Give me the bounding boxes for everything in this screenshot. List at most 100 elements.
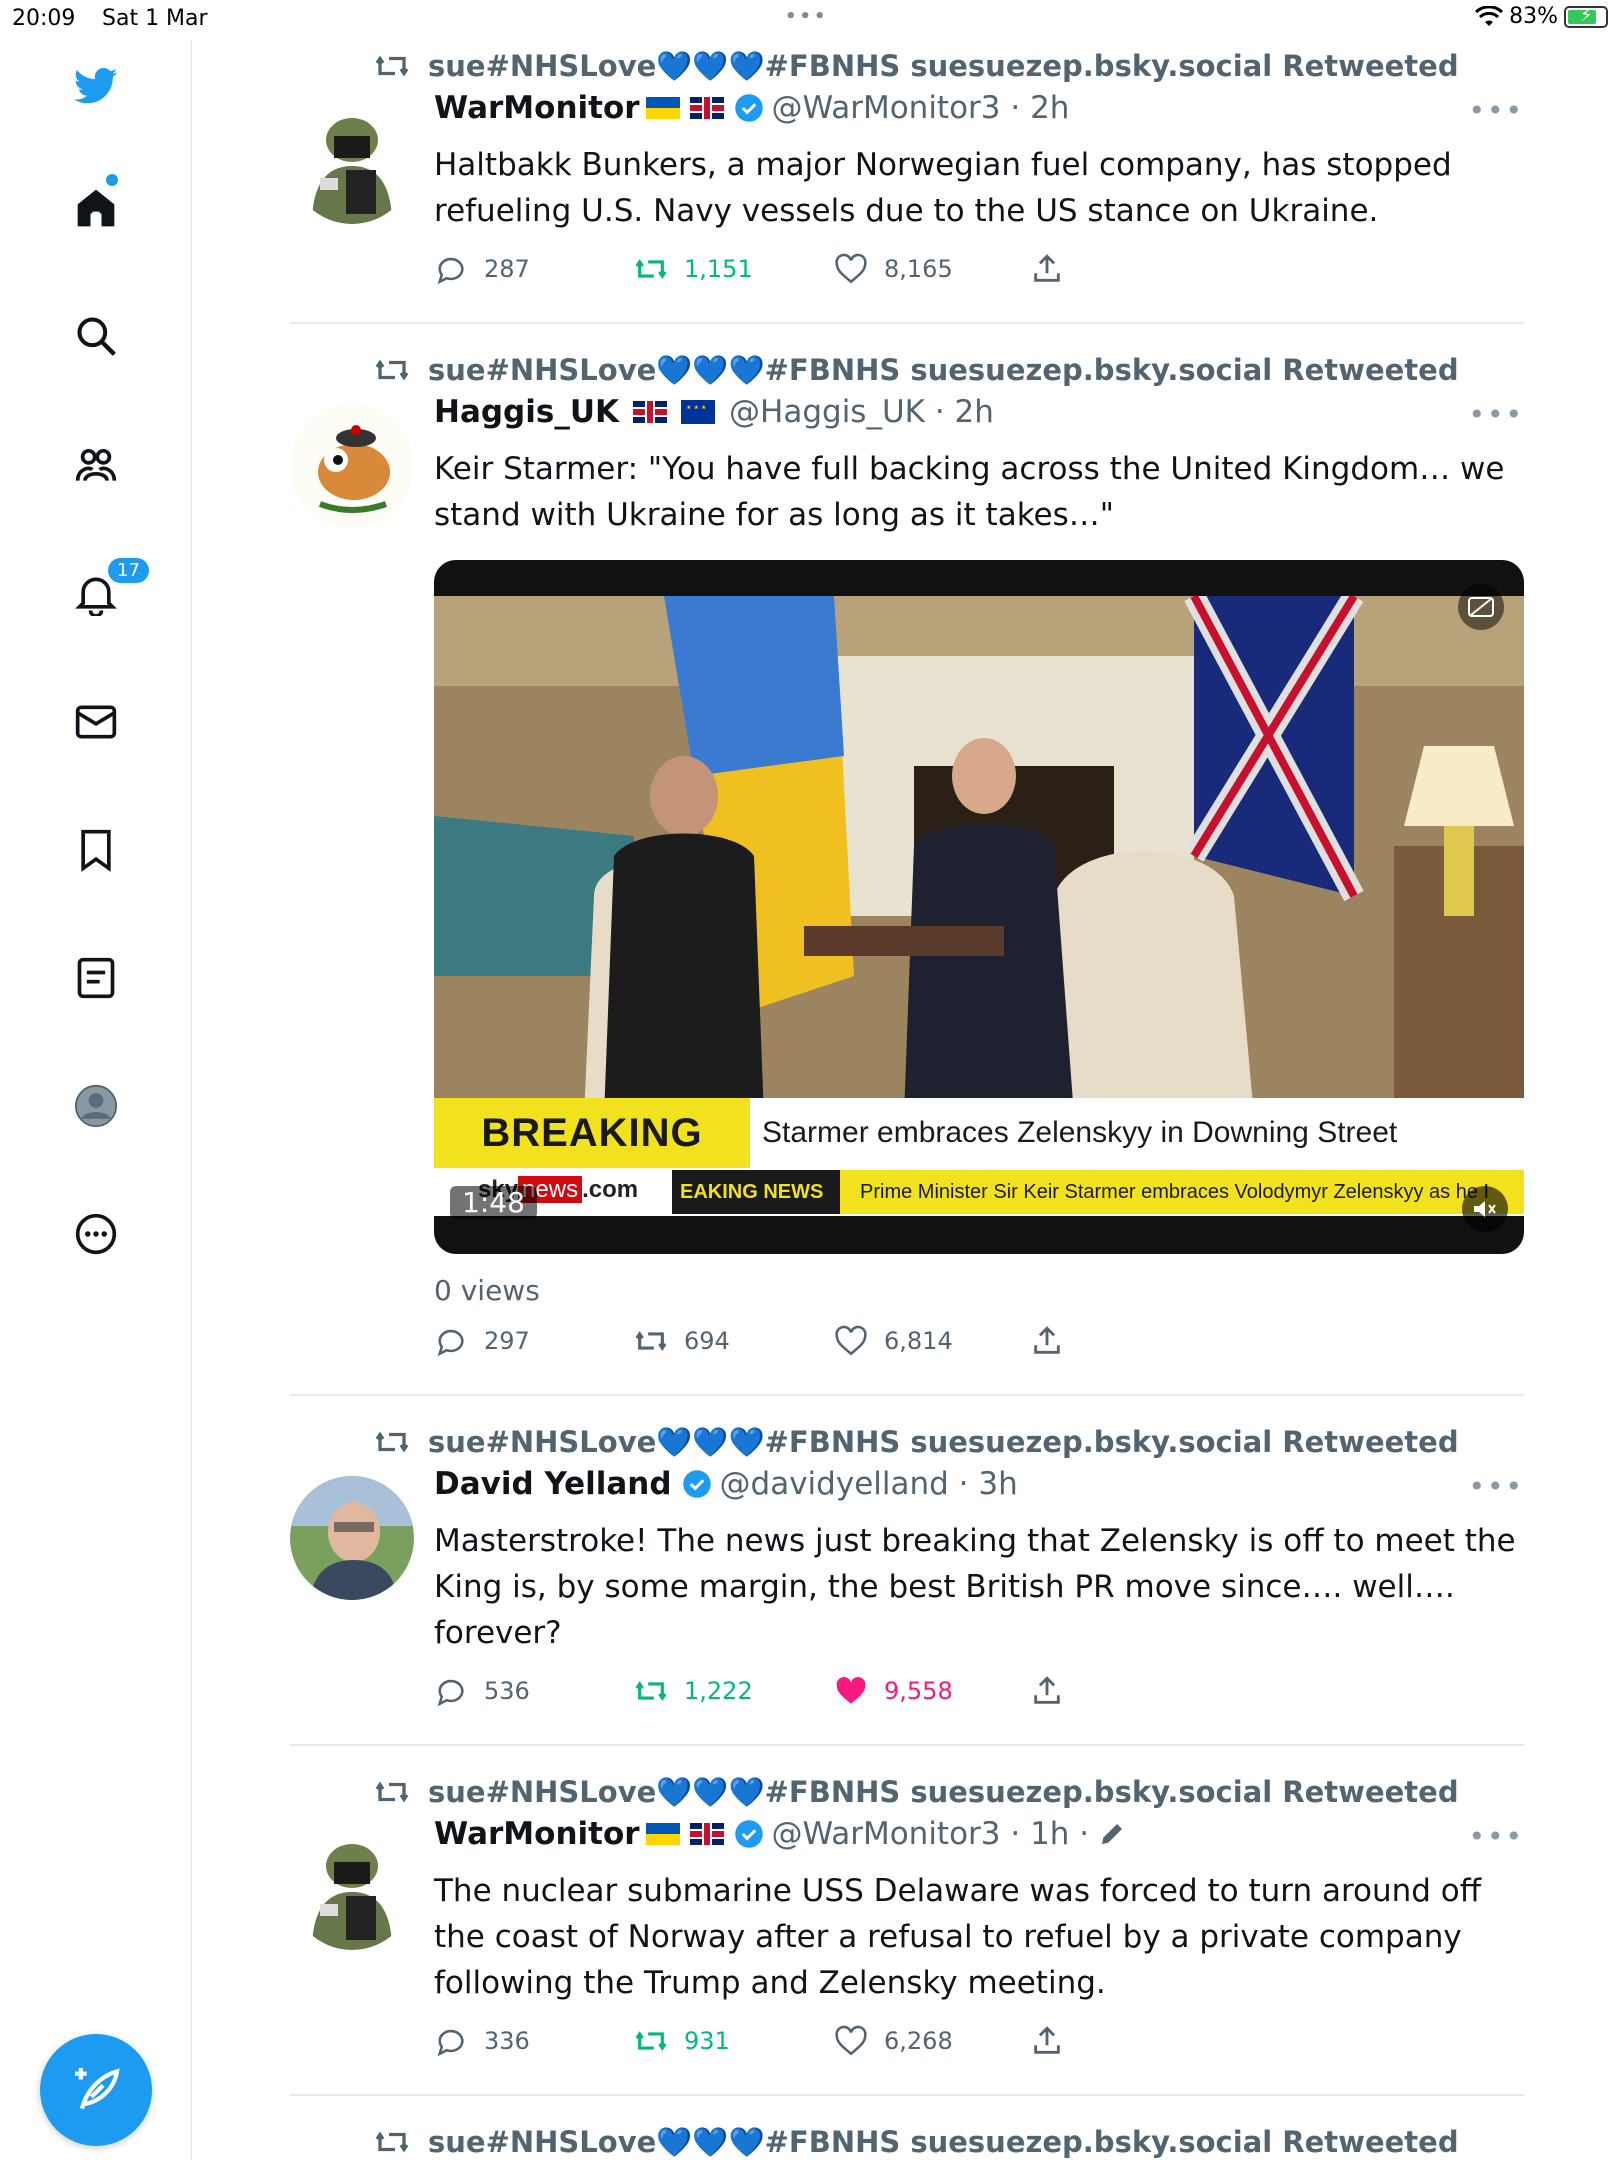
like-count: 8,165	[884, 255, 953, 283]
breaking-news-label: BREAKING NEWS	[434, 1098, 750, 1225]
list-icon[interactable]	[70, 952, 122, 1004]
mute-icon[interactable]	[1462, 1186, 1508, 1232]
avatar[interactable]	[290, 404, 414, 528]
like-count: 9,558	[884, 1677, 953, 1705]
multitask-dots-icon[interactable]: •••	[785, 6, 829, 27]
ukraine-flag-icon	[645, 1823, 680, 1845]
reply-icon	[437, 1679, 464, 1707]
heart-icon	[836, 1676, 866, 1704]
tweet-header: David Yelland @davidyelland · 3h	[434, 1466, 1018, 1502]
breaking-news-headline: Starmer embraces Zelenskyy in Downing St…	[762, 1116, 1398, 1149]
handle-time[interactable]: @WarMonitor3 · 2h	[772, 90, 1070, 126]
retweet-context-text: sue#NHSLove💙💙💙#FBNHS suesuezep.bsky.soci…	[428, 48, 1459, 83]
avatar[interactable]	[290, 1476, 414, 1600]
tweet-header: WarMonitor @WarMonitor3 · 2h	[434, 90, 1069, 126]
more-options-icon[interactable]: •••	[1468, 1820, 1524, 1853]
reply-count: 336	[484, 2027, 530, 2055]
ticker-label: EAKING NEWS	[672, 1170, 840, 1214]
retweet-context-text: sue#NHSLove💙💙💙#FBNHS suesuezep.bsky.soci…	[428, 1774, 1459, 1809]
bookmark-icon[interactable]	[70, 824, 122, 876]
avatar-icon[interactable]	[70, 1080, 122, 1132]
like-count: 6,268	[884, 2027, 953, 2055]
retweet-icon	[635, 1331, 667, 1351]
news-ticker: skynews.com EAKING NEWS Prime Minister S…	[434, 1168, 1524, 1216]
reply-count: 287	[484, 255, 530, 283]
share-button[interactable]	[1030, 1674, 1064, 1708]
tweet-text: Haltbakk Bunkers, a major Norwegian fuel…	[434, 147, 1452, 229]
compose-button[interactable]	[40, 2034, 152, 2146]
retweet-button[interactable]: 931	[634, 2024, 730, 2058]
mail-icon[interactable]	[70, 696, 122, 748]
reply-icon	[437, 1329, 464, 1357]
communities-icon[interactable]	[70, 440, 122, 492]
uk-flag-icon	[689, 1823, 724, 1845]
retweet-button[interactable]: 694	[634, 1324, 730, 1358]
more-options-icon[interactable]: •••	[1468, 94, 1524, 127]
display-name[interactable]: WarMonitor	[434, 1816, 640, 1852]
status-right: 83% ⚡	[1475, 4, 1608, 29]
tweet[interactable]: sue#NHSLove💙💙💙#FBNHS suesuezep.bsky.soci…	[290, 2096, 1524, 2160]
retweet-count: 694	[684, 1327, 730, 1355]
tweet[interactable]: sue#NHSLove💙💙💙#FBNHS suesuezep.bsky.soci…	[290, 1746, 1524, 2096]
like-button[interactable]: 8,165	[834, 252, 953, 286]
reply-count: 536	[484, 1677, 530, 1705]
captions-icon[interactable]	[1458, 584, 1504, 630]
more-options-icon[interactable]: •••	[1468, 1470, 1524, 1503]
like-button[interactable]: 6,268	[834, 2024, 953, 2058]
reply-icon	[437, 257, 464, 285]
share-button[interactable]	[1030, 252, 1064, 286]
display-name[interactable]: David Yelland	[434, 1466, 672, 1502]
like-button[interactable]: 9,558	[834, 1674, 953, 1708]
retweet-icon	[375, 1431, 409, 1453]
home-unread-dot	[106, 174, 118, 186]
retweet-context: sue#NHSLove💙💙💙#FBNHS suesuezep.bsky.soci…	[374, 1424, 1459, 1460]
edit-pencil-icon	[1102, 1824, 1123, 1844]
battery-percent: 83%	[1509, 4, 1558, 29]
share-icon	[1034, 254, 1060, 282]
twitter-bird-icon[interactable]	[70, 60, 122, 112]
reply-button[interactable]: 287	[434, 252, 530, 286]
heart-icon	[835, 2025, 867, 2056]
like-button[interactable]: 6,814	[834, 1324, 953, 1358]
notifications-badge: 17	[106, 556, 151, 585]
handle-time[interactable]: @davidyelland · 3h	[720, 1466, 1018, 1502]
handle-time[interactable]: @Haggis_UK · 2h	[729, 394, 994, 430]
search-icon[interactable]	[70, 310, 122, 362]
reply-button[interactable]: 336	[434, 2024, 530, 2058]
tweet-actions: 336 931 6,268	[434, 2024, 1134, 2064]
more-circle-icon[interactable]	[70, 1208, 122, 1260]
sidebar: 17	[0, 40, 192, 2160]
retweet-button[interactable]: 1,151	[634, 252, 753, 286]
timeline: sue#NHSLove💙💙💙#FBNHS suesuezep.bsky.soci…	[290, 40, 1524, 2160]
share-button[interactable]	[1030, 2024, 1064, 2058]
tweet[interactable]: sue#NHSLove💙💙💙#FBNHS suesuezep.bsky.soci…	[290, 324, 1524, 1396]
retweet-icon	[375, 1781, 409, 1803]
verified-badge-icon	[734, 1820, 763, 1848]
share-button[interactable]	[1030, 1324, 1064, 1358]
handle-time[interactable]: @WarMonitor3 · 1h ·	[772, 1816, 1090, 1852]
retweet-icon	[635, 2031, 667, 2051]
video-player[interactable]: BREAKING NEWS Starmer embraces Zelenskyy…	[434, 560, 1524, 1254]
avatar[interactable]	[290, 100, 414, 224]
retweet-icon	[375, 55, 409, 77]
tweet[interactable]: sue#NHSLove💙💙💙#FBNHS suesuezep.bsky.soci…	[290, 40, 1524, 324]
retweet-context: sue#NHSLove💙💙💙#FBNHS suesuezep.bsky.soci…	[374, 352, 1459, 388]
breaking-news-banner: BREAKING NEWS Starmer embraces Zelenskyy…	[434, 1098, 1524, 1225]
battery-icon: ⚡	[1564, 5, 1608, 28]
retweet-icon	[635, 259, 667, 279]
display-name[interactable]: WarMonitor	[434, 90, 640, 126]
reply-button[interactable]: 536	[434, 1674, 530, 1708]
avatar[interactable]	[290, 1826, 414, 1950]
tweet-header: Haggis_UK @Haggis_UK · 2h	[434, 394, 994, 430]
heart-icon	[835, 253, 867, 284]
more-options-icon[interactable]: •••	[1468, 398, 1524, 431]
retweet-icon	[375, 359, 409, 381]
retweet-context-text: sue#NHSLove💙💙💙#FBNHS suesuezep.bsky.soci…	[428, 1424, 1459, 1459]
reply-button[interactable]: 297	[434, 1324, 530, 1358]
retweet-button[interactable]: 1,222	[634, 1674, 753, 1708]
display-name[interactable]: Haggis_UK	[434, 394, 619, 430]
home-icon[interactable]	[70, 182, 122, 234]
share-icon	[1034, 2026, 1060, 2054]
tweet[interactable]: sue#NHSLove💙💙💙#FBNHS suesuezep.bsky.soci…	[290, 1396, 1524, 1746]
ukraine-flag-icon	[645, 97, 680, 119]
